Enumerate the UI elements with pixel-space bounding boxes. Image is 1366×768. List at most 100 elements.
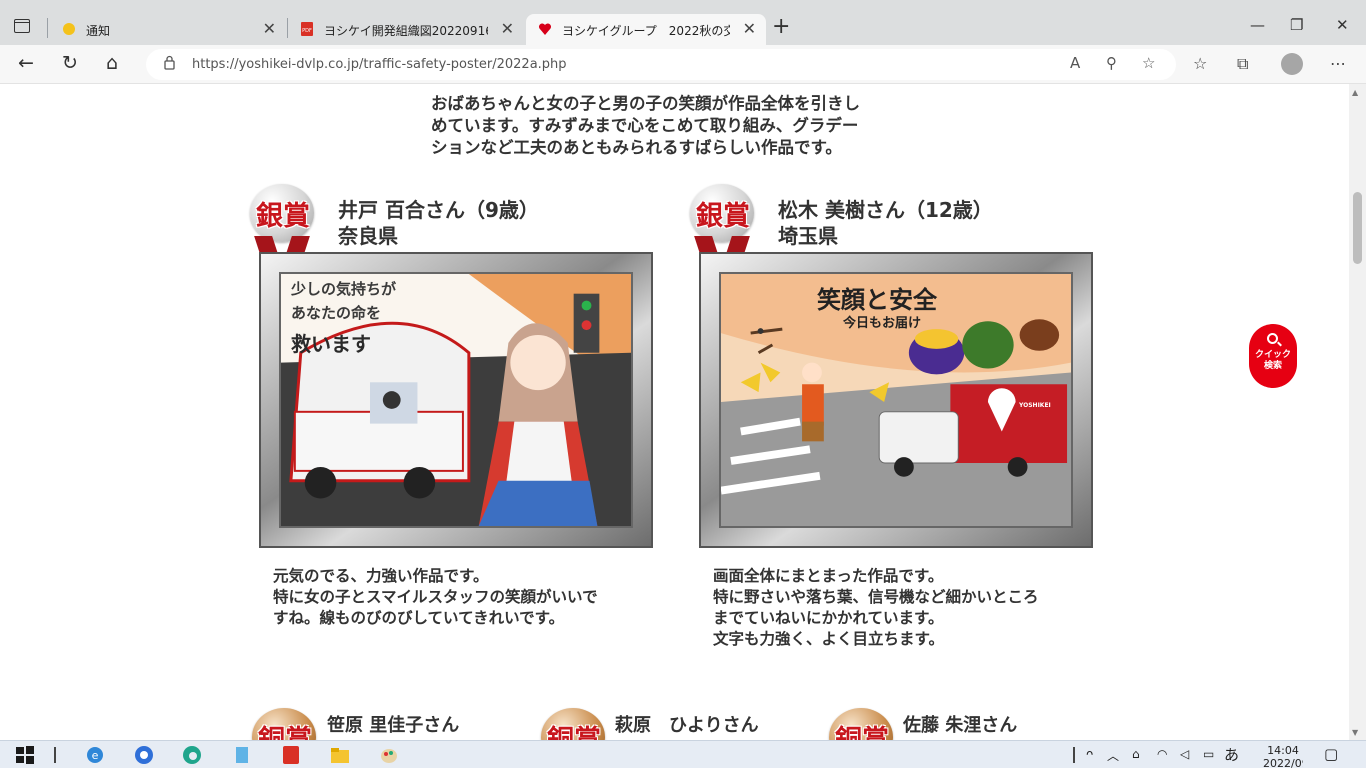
intro-line: めています。すみずみまで心をこめて取り組み、グラデー bbox=[431, 116, 859, 135]
medal-label: 銅賞 bbox=[822, 718, 902, 740]
tab-notifications[interactable]: 通知 ✕ bbox=[50, 14, 286, 45]
edge-icon[interactable] bbox=[181, 744, 203, 766]
winner-name: 佐藤 朱浬さん bbox=[903, 715, 1018, 736]
address-toolbar: ← ↻ ⌂ https://yoshikei-dvlp.co.jp/traffi… bbox=[0, 45, 1366, 84]
notification-icon bbox=[63, 23, 75, 35]
clock-time: 14:04 bbox=[1267, 744, 1299, 757]
winner-info: 松木 美樹さん（12歳） 埼玉県 bbox=[778, 197, 993, 249]
comment-line: 文字も力強く、よく目立ちます。 bbox=[713, 630, 944, 648]
winner-info: 井戸 百合さん（9歳） 奈良県 bbox=[338, 197, 539, 249]
close-icon[interactable]: ✕ bbox=[263, 19, 276, 38]
tab-title: ヨシケイ開発組織図20220916 (2).pdf bbox=[324, 24, 488, 38]
battery-icon[interactable]: ▭ bbox=[1203, 747, 1214, 761]
tab-title: ヨシケイグループ 2022秋の交通安全 bbox=[562, 24, 730, 38]
show-hidden-icons[interactable]: ︿ bbox=[1107, 747, 1119, 764]
tab-bar: 通知 ✕ PDF ヨシケイ開発組織図20220916 (2).pdf ✕ ヨシケ… bbox=[0, 0, 1366, 45]
zoom-icon[interactable]: ⚲ bbox=[1106, 54, 1117, 72]
more-menu-icon[interactable]: ⋯ bbox=[1330, 54, 1346, 73]
poster-artwork: 少しの気持ちが あなたの命を 救います bbox=[279, 272, 633, 528]
poster-text: 笑顔と安全 bbox=[817, 286, 937, 314]
winner-name: 松木 美樹さん（12歳） bbox=[778, 198, 993, 222]
quick-search-button[interactable]: クイック 検索 bbox=[1249, 324, 1297, 388]
close-window-button[interactable]: ✕ bbox=[1336, 16, 1349, 34]
poster-artwork: 笑顔と安全 今日もお届け YOSHIKEI bbox=[719, 272, 1073, 528]
medal-label: 銀賞 bbox=[256, 201, 310, 232]
winner-name: 笹原 里佳子さん bbox=[327, 715, 460, 736]
new-tab-button[interactable]: + bbox=[772, 14, 790, 39]
notification-center-icon[interactable]: ▢ bbox=[1324, 745, 1338, 763]
svg-text:PDF: PDF bbox=[302, 28, 312, 34]
comment-line: 元気のでる、力強い作品です。 bbox=[273, 567, 489, 585]
winner-prefecture: 埼玉県 bbox=[778, 224, 838, 248]
people-icon[interactable]: ᴖ bbox=[1086, 747, 1093, 761]
yoshikei-heart-icon bbox=[538, 23, 552, 35]
meet-now-icon[interactable]: ⌂ bbox=[1132, 747, 1140, 761]
refresh-icon[interactable]: ↻ bbox=[62, 52, 78, 74]
comment-line: までていねいにかかれています。 bbox=[713, 609, 944, 627]
home-icon[interactable]: ⌂ bbox=[106, 52, 118, 74]
bronze-medal-icon: 銅賞 bbox=[826, 708, 898, 740]
read-aloud-icon[interactable]: A bbox=[1070, 54, 1080, 72]
tab-traffic-safety[interactable]: ヨシケイグループ 2022秋の交通安全 ✕ bbox=[526, 14, 766, 45]
comment-line: 画面全体にまとまった作品です。 bbox=[713, 567, 944, 585]
poster-frame[interactable]: 笑顔と安全 今日もお届け YOSHIKEI bbox=[699, 252, 1093, 548]
scroll-down-icon[interactable]: ▼ bbox=[1352, 728, 1358, 737]
intro-comment: おばあちゃんと女の子と男の子の笑顔が作品全体を引きし めています。すみずみまで心… bbox=[431, 93, 931, 159]
minimize-button[interactable]: — bbox=[1250, 16, 1265, 34]
medal-label: 銅賞 bbox=[534, 718, 614, 740]
quick-search-label: 検索 bbox=[1263, 361, 1282, 371]
internet-explorer-icon[interactable]: e bbox=[84, 744, 106, 766]
close-icon[interactable]: ✕ bbox=[743, 19, 756, 38]
scrollbar-thumb[interactable] bbox=[1353, 192, 1362, 264]
paint-icon[interactable] bbox=[378, 744, 400, 766]
restore-button[interactable]: ❐ bbox=[1290, 16, 1303, 34]
ime-indicator[interactable]: あ bbox=[1224, 744, 1239, 765]
search-icon bbox=[1267, 333, 1278, 344]
scroll-up-icon[interactable]: ▲ bbox=[1352, 88, 1358, 97]
poster-text: 今日もお届け bbox=[843, 316, 922, 331]
intro-line: ションなど工夫のあともみられるすばらしい作品です。 bbox=[431, 138, 842, 157]
address-bar[interactable]: https://yoshikei-dvlp.co.jp/traffic-safe… bbox=[146, 49, 1176, 80]
chrome-icon[interactable] bbox=[133, 744, 155, 766]
task-view-icon[interactable] bbox=[54, 747, 56, 763]
quick-search-label: クイック bbox=[1254, 350, 1291, 360]
judge-comment: 元気のでる、力強い作品です。 特に女の子とスマイルスタッフの笑顔がいいで すね。… bbox=[273, 566, 598, 629]
wifi-icon[interactable]: ◠ bbox=[1157, 747, 1167, 761]
url-text: https://yoshikei-dvlp.co.jp/traffic-safe… bbox=[192, 57, 567, 72]
back-icon[interactable]: ← bbox=[18, 52, 34, 74]
medal-label: 銅賞 bbox=[245, 718, 325, 740]
tray-divider bbox=[1073, 747, 1075, 763]
medal-label: 銀賞 bbox=[696, 201, 750, 232]
volume-icon[interactable]: ◁ bbox=[1180, 747, 1189, 761]
tab-pdf[interactable]: PDF ヨシケイ開発組織図20220916 (2).pdf ✕ bbox=[288, 14, 524, 45]
favorites-icon[interactable]: ☆ bbox=[1193, 54, 1207, 73]
add-favorite-icon[interactable]: ☆ bbox=[1142, 54, 1155, 72]
winner-name: 萩原 ひよりさん bbox=[615, 715, 759, 736]
poster-text: あなたの命を bbox=[291, 304, 382, 322]
app-icon[interactable] bbox=[231, 744, 253, 766]
vertical-scrollbar[interactable] bbox=[1349, 84, 1366, 740]
page-content: おばあちゃんと女の子と男の子の笑顔が作品全体を引きし めています。すみずみまで心… bbox=[0, 84, 1366, 740]
poster-text: 少しの気持ちが bbox=[291, 280, 397, 298]
tab-actions-icon[interactable] bbox=[14, 19, 30, 33]
winner-name: 井戸 百合さん（9歳） bbox=[338, 198, 539, 222]
winner-prefecture: 奈良県 bbox=[338, 224, 398, 248]
bronze-medal-icon: 銅賞 bbox=[538, 708, 610, 740]
profile-avatar[interactable] bbox=[1281, 53, 1303, 75]
poster-frame[interactable]: 少しの気持ちが あなたの命を 救います bbox=[259, 252, 653, 548]
taskbar-clock[interactable]: 14:04 2022/09/07 bbox=[1263, 744, 1303, 768]
tab-title: 通知 bbox=[86, 24, 111, 38]
clock-date: 2022/09/07 bbox=[1263, 757, 1303, 768]
collections-icon[interactable]: ⧉ bbox=[1237, 54, 1248, 74]
close-icon[interactable]: ✕ bbox=[501, 19, 514, 38]
file-explorer-icon[interactable] bbox=[329, 744, 351, 766]
acrobat-icon[interactable] bbox=[280, 744, 302, 766]
comment-line: 特に野さいや落ち葉、信号機など細かいところ bbox=[713, 588, 1039, 606]
comment-line: 特に女の子とスマイルスタッフの笑顔がいいで bbox=[273, 588, 598, 606]
svg-text:e: e bbox=[92, 749, 99, 762]
intro-line: おばあちゃんと女の子と男の子の笑顔が作品全体を引きし bbox=[431, 94, 860, 113]
poster-text: 救います bbox=[291, 332, 371, 356]
windows-start-icon[interactable] bbox=[14, 744, 36, 766]
truck-text: YOSHIKEI bbox=[1019, 402, 1051, 409]
tab-separator bbox=[47, 18, 48, 38]
